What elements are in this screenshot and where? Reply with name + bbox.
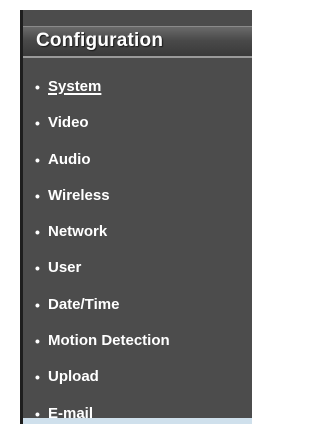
menu-item-label[interactable]: Wireless (48, 187, 110, 205)
panel-header: Configuration (23, 26, 252, 58)
menu-item-system[interactable]: • System (23, 78, 252, 114)
panel-title: Configuration (36, 30, 164, 51)
configuration-panel: Configuration • System • Video • Audio •… (20, 10, 252, 424)
menu-item-motion-detection[interactable]: • Motion Detection (23, 332, 252, 368)
menu-item-label[interactable]: User (48, 259, 81, 277)
bullet-icon: • (35, 187, 40, 204)
menu-item-user[interactable]: • User (23, 259, 252, 295)
panel-bottom-edge (23, 418, 252, 424)
menu-item-label[interactable]: Date/Time (48, 296, 119, 314)
bullet-icon: • (35, 369, 40, 386)
menu-item-label[interactable]: System (48, 78, 101, 96)
menu-item-label[interactable]: Upload (48, 368, 99, 386)
bullet-icon: • (35, 224, 40, 241)
menu-item-label[interactable]: Motion Detection (48, 332, 170, 350)
bullet-icon: • (35, 333, 40, 350)
configuration-menu: • System • Video • Audio • Wireless • Ne… (23, 78, 252, 441)
menu-item-audio[interactable]: • Audio (23, 151, 252, 187)
menu-item-video[interactable]: • Video (23, 114, 252, 150)
menu-item-label[interactable]: Network (48, 223, 107, 241)
bullet-icon: • (35, 151, 40, 168)
bullet-icon: • (35, 260, 40, 277)
menu-item-upload[interactable]: • Upload (23, 368, 252, 404)
menu-item-label[interactable]: Video (48, 114, 89, 132)
menu-item-date-time[interactable]: • Date/Time (23, 296, 252, 332)
bullet-icon: • (35, 115, 40, 132)
bullet-icon: • (35, 79, 40, 95)
menu-item-label[interactable]: Audio (48, 151, 91, 169)
menu-item-wireless[interactable]: • Wireless (23, 187, 252, 223)
menu-item-network[interactable]: • Network (23, 223, 252, 259)
bullet-icon: • (35, 296, 40, 313)
